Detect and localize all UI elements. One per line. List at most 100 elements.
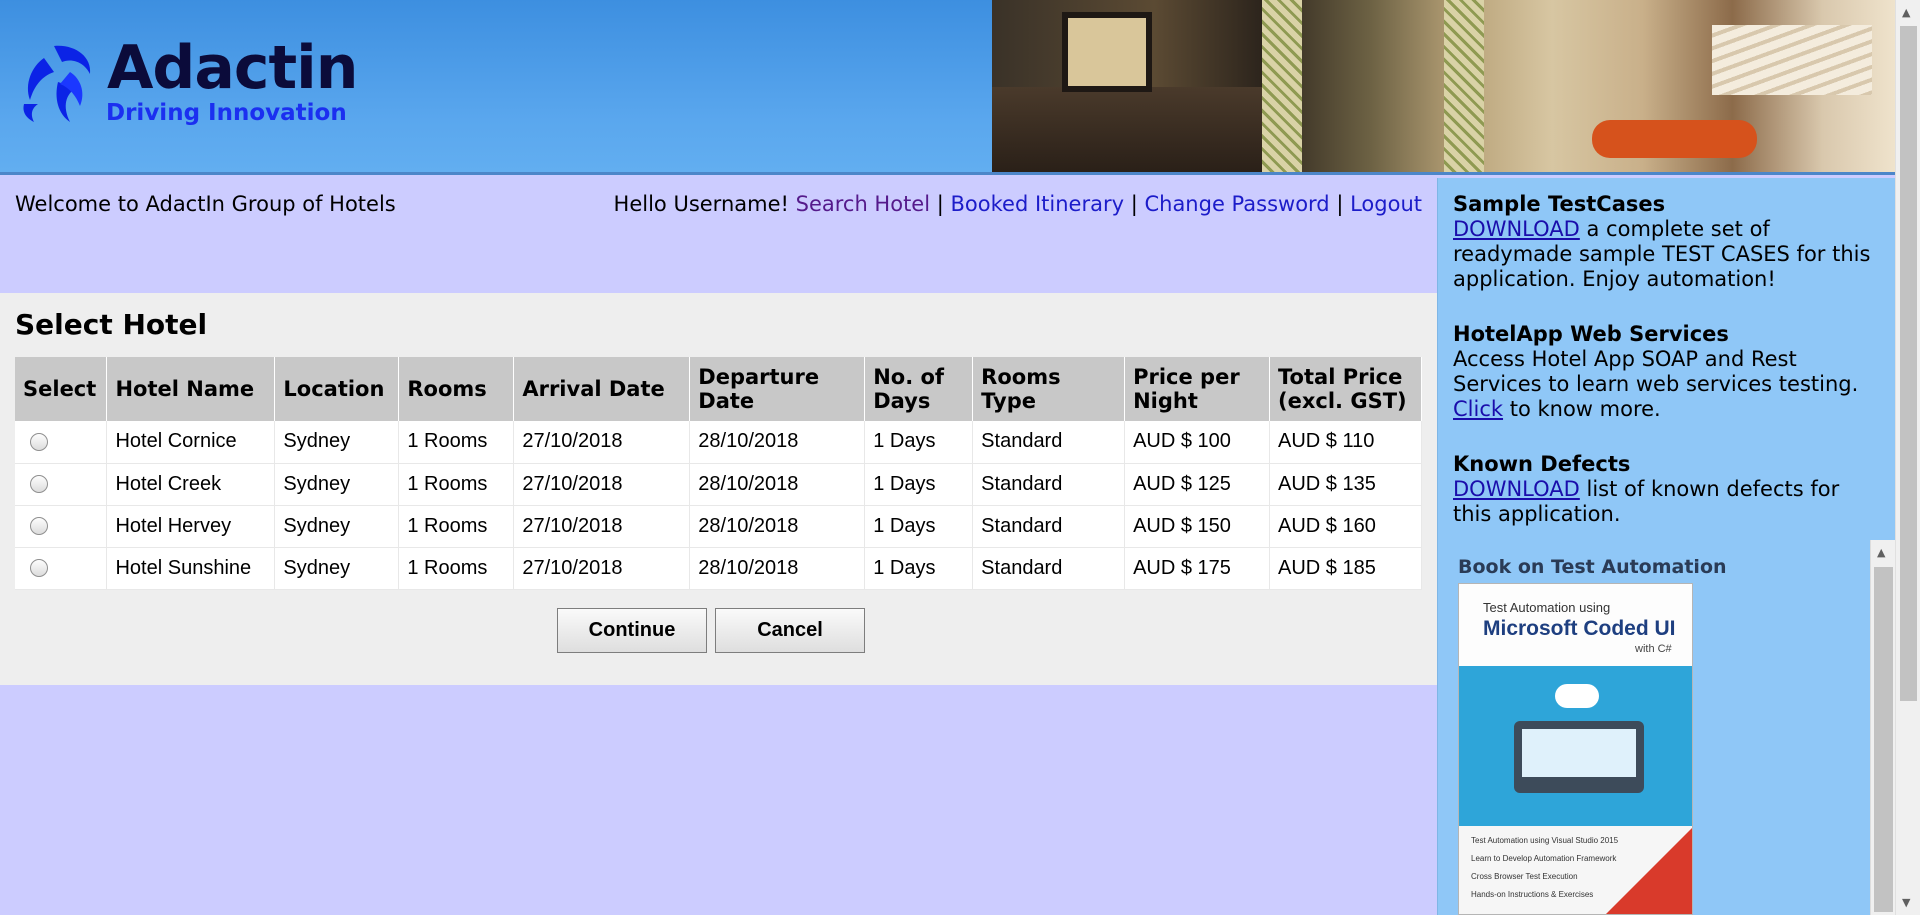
hotel-lobby-image [992, 0, 1895, 172]
hotel-name-cell: Hotel Sunshine [106, 547, 276, 590]
book-cover-bullet: Test Automation using Visual Studio 2015 [1471, 836, 1619, 845]
banner-pillar [1262, 0, 1302, 172]
column-header: Location [274, 357, 400, 421]
table-row: Hotel Sunshine Sydney 1 Rooms 27/10/2018… [15, 547, 1422, 590]
days-cell: 1 Days [864, 547, 974, 590]
scroll-up-arrow-icon[interactable]: ▲ [1877, 546, 1885, 559]
user-navigation: Hello Username! Search Hotel | Booked It… [614, 192, 1422, 216]
column-header: Select [15, 357, 108, 421]
section-title: Sample TestCases [1453, 192, 1666, 216]
web-services-section: HotelApp Web Services Access Hotel App S… [1453, 322, 1883, 422]
booked-itinerary-link[interactable]: Booked Itinerary [951, 192, 1125, 216]
total-price-cell: AUD $ 185 [1269, 547, 1422, 590]
rooms-cell: 1 Rooms [398, 421, 515, 464]
select-hotel-radio[interactable] [30, 517, 48, 536]
arrival-date-cell: 27/10/2018 [513, 505, 691, 548]
scroll-up-arrow-icon[interactable]: ▲ [1902, 6, 1910, 19]
book-title: Book on Test Automation [1458, 556, 1727, 578]
location-cell: Sydney [274, 547, 400, 590]
room-type-cell: Standard [972, 547, 1126, 590]
departure-date-cell: 28/10/2018 [689, 421, 866, 464]
arrival-date-cell: 27/10/2018 [513, 463, 691, 506]
select-hotel-radio[interactable] [30, 432, 48, 451]
banner-pillar [1444, 0, 1484, 172]
book-cover-header: Test Automation using Microsoft Coded UI… [1459, 584, 1692, 666]
column-header: Price per Night [1124, 357, 1271, 421]
location-cell: Sydney [274, 463, 400, 506]
laptop-screen [1522, 729, 1636, 777]
book-cover-bullet: Hands-on Instructions & Exercises [1471, 890, 1594, 899]
departure-date-cell: 28/10/2018 [689, 505, 866, 548]
welcome-text: Welcome to AdactIn Group of Hotels [15, 192, 396, 216]
web-services-click-link[interactable]: Click [1453, 397, 1503, 421]
section-title: HotelApp Web Services [1453, 322, 1729, 346]
page-title: Select Hotel [15, 308, 208, 341]
rooms-cell: 1 Rooms [398, 547, 515, 590]
logo-tagline: Driving Innovation [106, 100, 347, 126]
table-row: Hotel Creek Sydney 1 Rooms 27/10/2018 28… [15, 463, 1422, 506]
section-text: to know more. [1503, 397, 1661, 421]
hotel-name-cell: Hotel Cornice [106, 421, 276, 464]
section-title: Known Defects [1453, 452, 1631, 476]
download-testcases-link[interactable]: DOWNLOAD [1453, 217, 1580, 241]
price-per-night-cell: AUD $ 100 [1124, 421, 1271, 464]
book-cover-corner [1604, 826, 1692, 914]
total-price-cell: AUD $ 135 [1269, 463, 1422, 506]
room-type-cell: Standard [972, 463, 1126, 506]
location-cell: Sydney [274, 421, 400, 464]
continue-button[interactable]: Continue [557, 608, 707, 653]
scroll-down-arrow-icon[interactable]: ▼ [1902, 896, 1910, 909]
banner-doorway [1062, 12, 1152, 92]
book-cover-image[interactable]: Test Automation using Microsoft Coded UI… [1458, 583, 1693, 915]
change-password-link[interactable]: Change Password [1144, 192, 1329, 216]
days-cell: 1 Days [864, 421, 974, 464]
download-defects-link[interactable]: DOWNLOAD [1453, 477, 1580, 501]
welcome-bar: Welcome to AdactIn Group of Hotels Hello… [0, 178, 1437, 293]
nav-separator: | [1336, 192, 1344, 216]
rooms-cell: 1 Rooms [398, 505, 515, 548]
banner-couch [1592, 120, 1757, 158]
right-sidebar: Sample TestCases DOWNLOAD a complete set… [1437, 178, 1895, 915]
price-per-night-cell: AUD $ 150 [1124, 505, 1271, 548]
known-defects-section: Known Defects DOWNLOAD list of known def… [1453, 452, 1883, 527]
sidebar-scrollbar[interactable]: ▲ [1870, 540, 1895, 915]
departure-date-cell: 28/10/2018 [689, 547, 866, 590]
book-cover-title: Microsoft Coded UI [1483, 617, 1676, 640]
rooms-cell: 1 Rooms [398, 463, 515, 506]
location-cell: Sydney [274, 505, 400, 548]
table-row: Hotel Hervey Sydney 1 Rooms 27/10/2018 2… [15, 505, 1422, 548]
book-cover-line: Test Automation using [1483, 600, 1611, 615]
arrival-date-cell: 27/10/2018 [513, 547, 691, 590]
total-price-cell: AUD $ 160 [1269, 505, 1422, 548]
cancel-button[interactable]: Cancel [715, 608, 865, 653]
nav-separator: | [1130, 192, 1138, 216]
book-cover-illustration [1459, 666, 1692, 826]
search-hotel-link[interactable]: Search Hotel [796, 192, 930, 216]
price-per-night-cell: AUD $ 125 [1124, 463, 1271, 506]
select-hotel-radio[interactable] [30, 475, 48, 494]
days-cell: 1 Days [864, 505, 974, 548]
page-scroll-thumb[interactable] [1900, 26, 1917, 701]
hotel-name-cell: Hotel Hervey [106, 505, 276, 548]
select-cell [15, 547, 108, 590]
column-header: Hotel Name [106, 357, 276, 421]
site-header: Adactin Driving Innovation [0, 0, 1895, 175]
column-header: Departure Date [689, 357, 866, 421]
table-row: Hotel Cornice Sydney 1 Rooms 27/10/2018 … [15, 421, 1422, 464]
sidebar-scroll-thumb[interactable] [1874, 567, 1893, 912]
page-scrollbar[interactable]: ▲ ▼ [1895, 0, 1920, 915]
select-hotel-radio[interactable] [30, 559, 48, 578]
column-header: Total Price (excl. GST) [1269, 357, 1422, 421]
adactin-logo[interactable]: Adactin Driving Innovation [14, 33, 358, 129]
section-text: Access Hotel App SOAP and Rest Services … [1453, 347, 1859, 396]
banner-staircase [1712, 25, 1872, 95]
logout-link[interactable]: Logout [1350, 192, 1422, 216]
logo-name: Adactin [107, 33, 358, 103]
nav-separator: | [936, 192, 944, 216]
cloud-icon [1555, 684, 1599, 708]
greeting-text: Hello Username! [613, 192, 789, 216]
room-type-cell: Standard [972, 421, 1126, 464]
hotel-name-cell: Hotel Creek [106, 463, 276, 506]
sample-testcases-section: Sample TestCases DOWNLOAD a complete set… [1453, 192, 1883, 292]
price-per-night-cell: AUD $ 175 [1124, 547, 1271, 590]
